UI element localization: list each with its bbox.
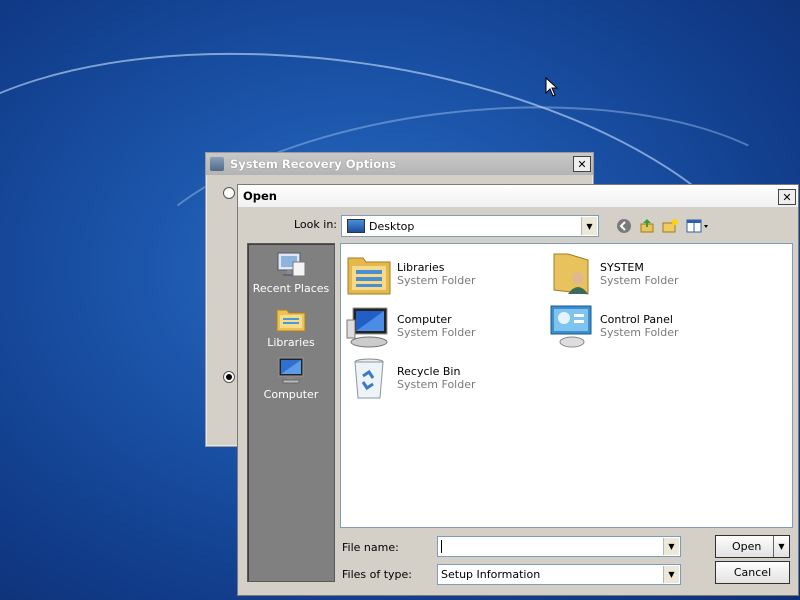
- open-dialog-close-button[interactable]: ✕: [778, 189, 796, 205]
- look-in-dropdown[interactable]: Desktop ▼: [341, 215, 599, 237]
- open-dialog-title-bar: Open: [238, 185, 798, 207]
- views-menu-icon[interactable]: [685, 217, 711, 235]
- recent-places-icon: [275, 250, 307, 280]
- back-icon[interactable]: [615, 217, 633, 235]
- file-list-view: Libraries System Folder SYSTEM System Fo…: [340, 243, 793, 528]
- libraries-folder-icon: [345, 250, 393, 298]
- place-label: Recent Places: [252, 282, 330, 295]
- file-item-name: SYSTEM: [600, 261, 644, 274]
- cancel-button[interactable]: Cancel: [715, 561, 790, 584]
- file-type-dropdown[interactable]: Setup Information ▼: [437, 564, 681, 585]
- recovery-app-icon: [210, 157, 224, 171]
- file-item-type: System Folder: [397, 378, 476, 391]
- place-computer[interactable]: Computer: [248, 356, 334, 401]
- file-item-type: System Folder: [600, 274, 679, 287]
- new-folder-icon[interactable]: [661, 217, 679, 235]
- file-type-label: Files of type:: [342, 568, 413, 581]
- open-button[interactable]: Open ▼: [715, 535, 790, 558]
- recovery-option-radio-1[interactable]: [223, 187, 235, 199]
- file-name-value: [441, 540, 445, 553]
- file-item-type: System Folder: [600, 326, 679, 339]
- chevron-down-icon[interactable]: ▼: [663, 566, 679, 583]
- control-panel-icon: [548, 302, 596, 350]
- open-dialog-title: Open: [243, 189, 277, 203]
- place-libraries[interactable]: Libraries: [248, 304, 334, 349]
- recovery-title-bar: System Recovery Options: [206, 153, 593, 175]
- chevron-down-icon[interactable]: ▼: [581, 217, 597, 235]
- chevron-down-icon[interactable]: ▼: [663, 538, 679, 555]
- place-label: Libraries: [267, 336, 315, 349]
- place-recent-places[interactable]: Recent Places: [248, 250, 334, 295]
- file-name-input[interactable]: ▼: [437, 536, 681, 557]
- up-folder-icon[interactable]: [638, 217, 656, 235]
- open-split-chevron-icon[interactable]: ▼: [773, 536, 789, 557]
- file-item-name: Computer: [397, 313, 452, 326]
- recovery-close-button[interactable]: ✕: [573, 156, 591, 172]
- computer-icon: [275, 356, 307, 386]
- desktop-icon: [347, 219, 365, 233]
- cancel-button-label: Cancel: [733, 566, 772, 579]
- file-item-libraries[interactable]: Libraries System Folder: [345, 250, 476, 298]
- file-item-system[interactable]: SYSTEM System Folder: [548, 250, 679, 298]
- user-folder-icon: [548, 250, 596, 298]
- file-item-name: Recycle Bin: [397, 365, 461, 378]
- recovery-title: System Recovery Options: [230, 157, 397, 171]
- close-icon: ✕: [782, 190, 792, 204]
- file-item-control-panel[interactable]: Control Panel System Folder: [548, 302, 679, 350]
- mouse-cursor-icon: [545, 77, 559, 97]
- file-item-name: Control Panel: [600, 313, 673, 326]
- computer-icon: [345, 302, 393, 350]
- recovery-option-radio-2[interactable]: [223, 371, 235, 383]
- file-item-type: System Folder: [397, 326, 476, 339]
- file-type-value: Setup Information: [441, 568, 541, 581]
- file-item-name: Libraries: [397, 261, 445, 274]
- file-item-type: System Folder: [397, 274, 476, 287]
- close-icon: ✕: [577, 157, 587, 171]
- recycle-bin-icon: [345, 354, 393, 402]
- look-in-value: Desktop: [369, 219, 415, 233]
- places-bar: Recent Places Libraries Computer: [247, 243, 335, 582]
- open-dialog: Open ✕ Look in: Desktop ▼ Recent Places: [237, 184, 799, 596]
- file-item-recycle-bin[interactable]: Recycle Bin System Folder: [345, 354, 476, 402]
- look-in-label: Look in:: [294, 218, 337, 231]
- file-name-label: File name:: [342, 541, 399, 554]
- place-label: Computer: [263, 388, 319, 401]
- file-item-computer[interactable]: Computer System Folder: [345, 302, 476, 350]
- libraries-icon: [275, 304, 307, 334]
- open-button-label: Open: [732, 540, 762, 553]
